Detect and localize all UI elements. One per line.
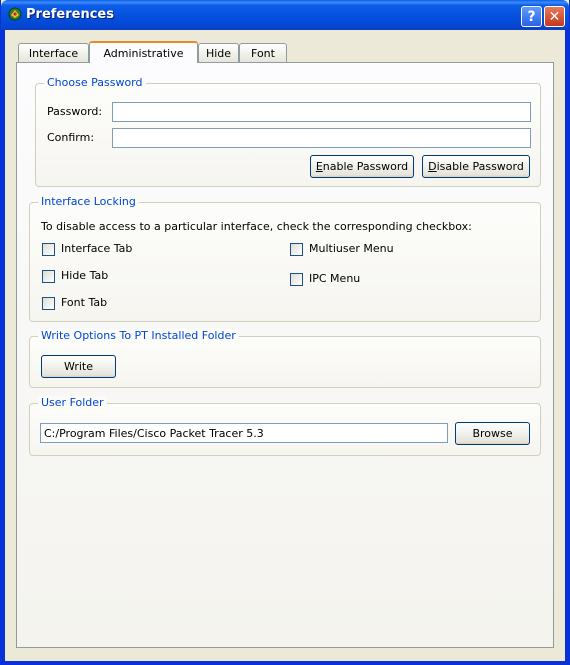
checkbox-font-tab[interactable] — [42, 297, 55, 310]
close-button[interactable]: ✕ — [544, 6, 565, 27]
checkbox-interface-tab[interactable] — [42, 243, 55, 256]
disable-password-button[interactable]: Disable Password — [422, 155, 530, 178]
browse-button[interactable]: Browse — [455, 422, 530, 445]
checkbox-label: Hide Tab — [61, 269, 109, 282]
group-title: Choose Password — [44, 76, 146, 90]
enable-mnemonic: E — [315, 160, 323, 173]
user-folder-group: User Folder Browse — [29, 396, 541, 456]
close-icon: ✕ — [548, 8, 561, 25]
checkbox-ipc-menu[interactable] — [290, 273, 303, 286]
checkbox-label: IPC Menu — [309, 272, 361, 285]
disable-mnemonic: D — [428, 160, 437, 173]
write-button[interactable]: Write — [41, 355, 116, 378]
checkbox-label: Interface Tab — [61, 242, 133, 255]
tab-hide[interactable]: Hide — [198, 43, 239, 62]
tab-font[interactable]: Font — [239, 43, 287, 62]
tab-label: Hide — [205, 46, 232, 60]
password-label: Password: — [47, 105, 103, 118]
choose-password-group: Choose Password Password: Confirm: Enabl… — [35, 76, 541, 187]
locking-instruction: To disable access to a particular interf… — [41, 220, 472, 233]
window-border-left — [1, 30, 5, 665]
password-input[interactable] — [112, 102, 531, 122]
interface-locking-group: Interface Locking To disable access to a… — [29, 195, 541, 322]
packet-tracer-icon — [8, 7, 22, 21]
window-border-bottom — [1, 661, 569, 665]
tab-page-administrative: Choose Password Password: Confirm: Enabl… — [16, 62, 554, 648]
enable-label: nable Password — [322, 160, 409, 173]
tab-interface[interactable]: Interface — [18, 43, 89, 62]
browse-label: Browse — [472, 427, 513, 440]
confirm-input[interactable] — [112, 128, 531, 148]
tab-label: Administrative — [103, 46, 184, 60]
group-title: Interface Locking — [38, 195, 139, 209]
group-title: User Folder — [38, 396, 107, 410]
preferences-window: Preferences ? ✕ Interface Administrative… — [0, 0, 570, 665]
tab-label: Font — [251, 46, 275, 60]
checkbox-hide-tab[interactable] — [42, 270, 55, 283]
checkbox-label: Multiuser Menu — [309, 242, 394, 255]
disable-label: isable Password — [436, 160, 524, 173]
checkbox-multiuser-menu[interactable] — [290, 243, 303, 256]
help-icon: ? — [527, 8, 536, 25]
user-folder-path-input[interactable] — [40, 423, 448, 443]
checkbox-label: Font Tab — [61, 296, 108, 309]
tab-administrative[interactable]: Administrative — [89, 41, 198, 63]
write-options-group: Write Options To PT Installed Folder Wri… — [29, 329, 541, 388]
title-bar[interactable]: Preferences ? ✕ — [1, 0, 569, 30]
help-button[interactable]: ? — [521, 6, 542, 27]
write-label: Write — [63, 360, 94, 373]
group-title: Write Options To PT Installed Folder — [38, 329, 239, 343]
enable-password-button[interactable]: Enable Password — [310, 155, 414, 178]
tab-label: Interface — [28, 46, 79, 60]
window-title: Preferences — [26, 7, 114, 22]
window-border-right — [565, 30, 569, 665]
confirm-label: Confirm: — [47, 131, 95, 144]
